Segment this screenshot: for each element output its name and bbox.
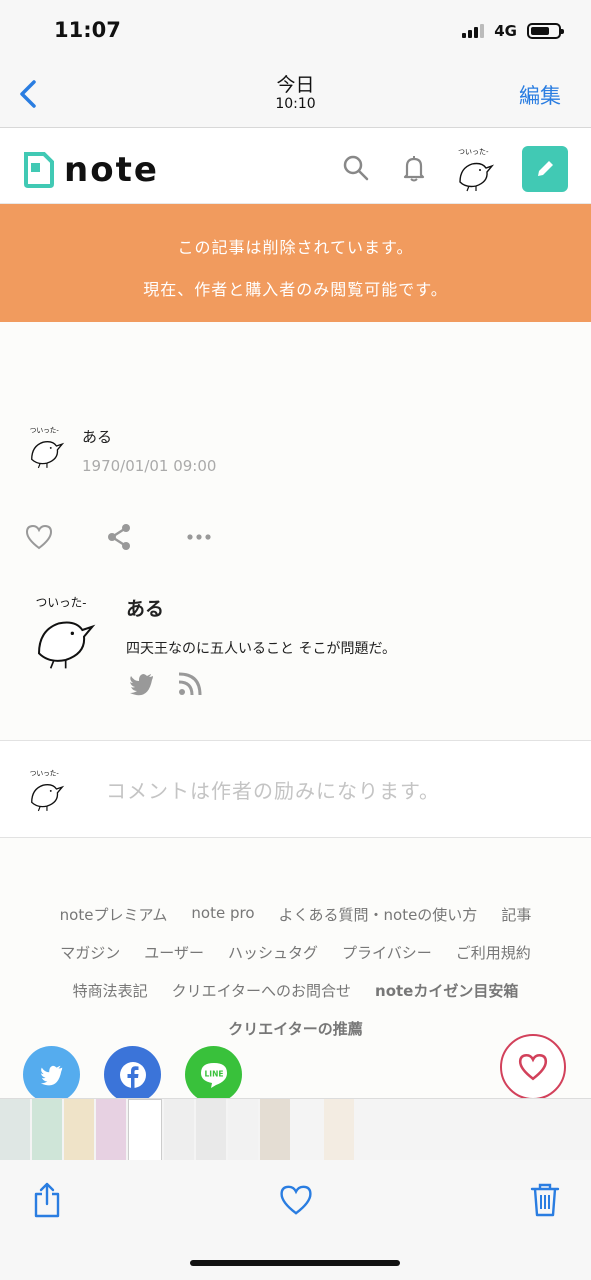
photo-thumbnail[interactable] <box>164 1099 194 1160</box>
author-name[interactable]: ある <box>82 426 216 447</box>
twitter-icon <box>40 1065 62 1085</box>
twitter-icon[interactable] <box>128 670 156 698</box>
article-meta: ついった- ある 1970/01/01 09:00 <box>26 422 217 475</box>
svg-text:ついった-: ついった- <box>30 427 60 435</box>
profile-avatar[interactable]: ついった- <box>28 590 100 670</box>
footer-link-kaizen[interactable]: noteカイゼン目安箱 <box>375 980 518 1001</box>
note-header: note ついった- <box>0 136 591 204</box>
article-area: ついった- ある 1970/01/01 09:00 ついった- ある 四天王なの… <box>0 322 591 740</box>
logo-text: note <box>64 150 159 190</box>
line-icon: LINE <box>200 1062 227 1088</box>
status-time: 11:07 <box>54 18 121 42</box>
banner-line-2: 現在、作者と購入者のみ閲覧可能です。 <box>143 280 448 299</box>
footer-link-note-pro[interactable]: note pro <box>191 904 254 925</box>
profile-links <box>128 670 204 698</box>
bell-icon[interactable] <box>398 152 430 184</box>
profile-name[interactable]: ある <box>126 594 164 621</box>
footer-link-articles[interactable]: 記事 <box>501 904 531 925</box>
home-indicator <box>190 1260 400 1266</box>
footer: noteプレミアム note pro よくある質問・noteの使い方 記事 マガ… <box>0 838 591 1103</box>
line-share-button[interactable]: LINE <box>185 1046 242 1103</box>
photo-thumbnail-strip <box>0 1098 591 1160</box>
photo-thumbnail[interactable] <box>228 1099 258 1160</box>
facebook-icon <box>119 1061 146 1088</box>
twitter-share-button[interactable] <box>23 1046 80 1103</box>
status-indicators: 4G <box>462 22 564 40</box>
share-icon[interactable] <box>30 1180 64 1220</box>
footer-link-users[interactable]: ユーザー <box>144 942 204 963</box>
pencil-icon[interactable] <box>522 146 568 192</box>
footer-link-tokushoho[interactable]: 特商法表記 <box>73 980 148 1001</box>
photo-thumbnail[interactable] <box>324 1099 354 1160</box>
footer-link-hashtag[interactable]: ハッシュタグ <box>228 942 318 963</box>
footer-row: 特商法表記 クリエイターへのお問合せ noteカイゼン目安箱 <box>0 980 591 1001</box>
svg-text:ついった-: ついった- <box>458 148 489 156</box>
facebook-share-button[interactable] <box>104 1046 161 1103</box>
author-profile-card: ついった- ある 四天王なのに五人いること そこが問題だ。 <box>28 586 568 706</box>
banner-line-1: この記事は削除されています。 <box>177 238 414 257</box>
footer-link-creator-contact[interactable]: クリエイターへのお問合せ <box>172 980 351 1001</box>
comment-box: ついった- コメントは作者の励みになります。 <box>0 740 591 838</box>
footer-row: クリエイターの推薦 <box>0 1018 591 1039</box>
note-logo[interactable]: note <box>22 150 159 190</box>
footer-links: noteプレミアム note pro よくある質問・noteの使い方 記事 マガ… <box>0 904 591 1056</box>
article-actions <box>24 522 214 552</box>
rss-icon[interactable] <box>176 670 204 698</box>
article-date: 1970/01/01 09:00 <box>82 457 217 475</box>
like-heart-icon[interactable] <box>24 522 54 552</box>
comment-input[interactable]: コメントは作者の励みになります。 <box>106 775 440 804</box>
trash-icon[interactable] <box>528 1180 562 1220</box>
footer-link-recommend[interactable]: クリエイターの推薦 <box>228 1018 362 1039</box>
photo-thumbnail[interactable] <box>0 1099 30 1160</box>
edit-button[interactable]: 編集 <box>519 80 561 110</box>
photos-nav-bar: 今日 10:10 編集 <box>0 62 591 128</box>
status-bar: 11:07 4G <box>0 0 591 62</box>
footer-link-privacy[interactable]: プライバシー <box>342 942 432 963</box>
search-icon[interactable] <box>340 152 372 184</box>
deleted-notice-banner: この記事は削除されています。 現在、作者と購入者のみ閲覧可能です。 <box>0 204 591 322</box>
note-logo-icon <box>24 152 54 188</box>
network-type: 4G <box>494 22 517 40</box>
line-label: LINE <box>204 1069 223 1078</box>
battery-icon <box>527 23 564 39</box>
signal-icon <box>462 24 485 38</box>
nav-title: 今日 <box>276 74 315 96</box>
photo-thumbnail[interactable] <box>196 1099 226 1160</box>
footer-link-faq[interactable]: よくある質問・noteの使い方 <box>279 904 478 925</box>
svg-text:ついった-: ついった- <box>30 770 60 778</box>
share-buttons: LINE <box>23 1046 242 1103</box>
nav-subtitle: 10:10 <box>275 96 316 112</box>
footer-link-premium[interactable]: noteプレミアム <box>60 904 168 925</box>
footer-row: noteプレミアム note pro よくある質問・noteの使い方 記事 <box>0 904 591 925</box>
photo-thumbnail[interactable] <box>64 1099 94 1160</box>
footer-link-terms[interactable]: ご利用規約 <box>456 942 531 963</box>
share-nodes-icon[interactable] <box>104 522 134 552</box>
photo-thumbnail[interactable] <box>96 1099 126 1160</box>
photo-thumbnail[interactable] <box>292 1099 322 1160</box>
commenter-avatar: ついった- <box>26 765 66 813</box>
photo-thumbnail[interactable] <box>32 1099 62 1160</box>
svg-text:ついった-: ついった- <box>36 596 87 610</box>
photo-thumbnail[interactable] <box>260 1099 290 1160</box>
author-avatar[interactable]: ついった- <box>26 422 66 470</box>
bottom-toolbar <box>0 1160 591 1280</box>
heart-icon <box>518 1053 548 1081</box>
footer-link-magazine[interactable]: マガジン <box>60 942 120 963</box>
more-icon[interactable] <box>184 522 214 552</box>
footer-row: マガジン ユーザー ハッシュタグ プライバシー ご利用規約 <box>0 942 591 963</box>
profile-bio: 四天王なのに五人いること そこが問題だ。 <box>126 641 397 657</box>
photo-thumbnail-current[interactable] <box>128 1099 162 1160</box>
favorite-heart-icon[interactable] <box>278 1180 314 1220</box>
floating-like-button[interactable] <box>500 1034 566 1100</box>
avatar[interactable]: ついった- <box>454 144 496 192</box>
